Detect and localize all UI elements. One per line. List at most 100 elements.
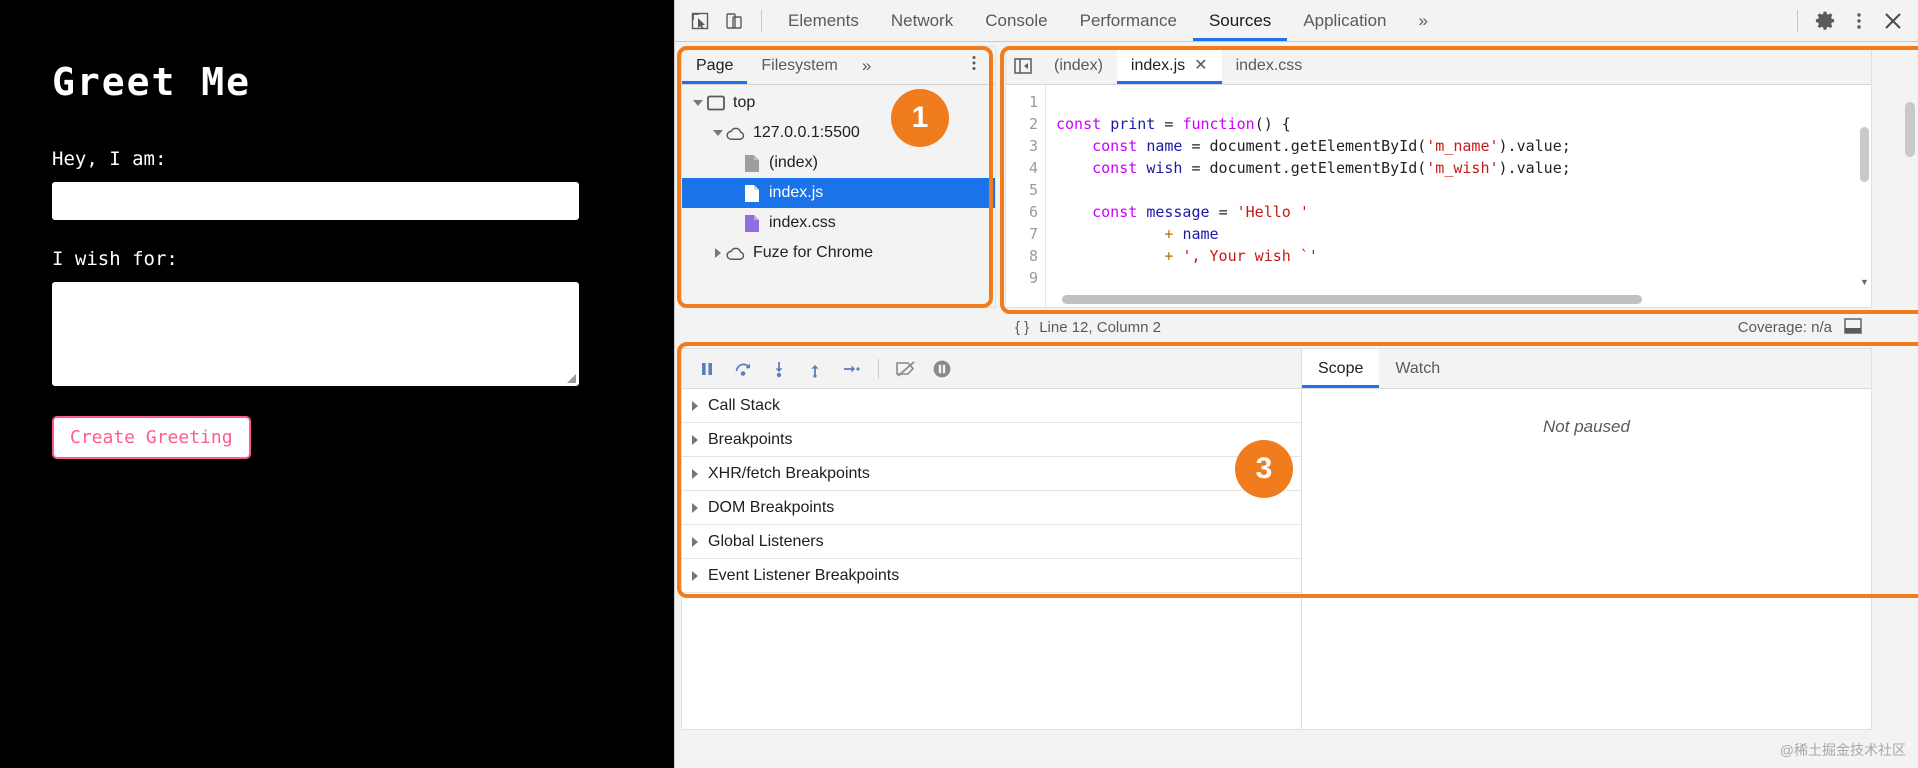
step-icon[interactable] — [836, 354, 866, 384]
demo-web-page: Greet Me Hey, I am: I wish for: Create G… — [0, 0, 674, 768]
annotation-badge-1: 1 — [891, 89, 949, 147]
pause-icon[interactable] — [692, 354, 722, 384]
vertical-dots-icon[interactable] — [1842, 4, 1876, 38]
tab-console[interactable]: Console — [969, 0, 1063, 41]
editor-tab-label: index.js — [1130, 57, 1186, 74]
scrollbar-thumb[interactable] — [1905, 102, 1915, 157]
debugger-section-call-stack[interactable]: Call Stack — [682, 389, 1301, 423]
code-line[interactable] — [1056, 91, 1871, 113]
code-line[interactable]: + name — [1056, 223, 1871, 245]
toolbar-divider — [761, 9, 762, 32]
editor-vertical-scrollbar[interactable]: ▲ ▼ — [1858, 123, 1871, 289]
line-number: 3 — [1028, 137, 1038, 155]
tree-label: (index) — [769, 154, 818, 171]
editor-panel: (index) index.js ✕ index.css 1 2 3 4 5 6 7 8 9 c… — [1005, 46, 1872, 308]
editor-tab-label: index.css — [1235, 57, 1303, 74]
pretty-print-icon[interactable]: { } — [1015, 319, 1029, 336]
debugger-sections-column: Call Stack Breakpoints XHR/fetch Breakpo… — [682, 349, 1302, 729]
debugger-section-global-listeners[interactable]: Global Listeners — [682, 525, 1301, 559]
editor-tab-index-css[interactable]: index.css — [1222, 47, 1317, 84]
nav-tab-page[interactable]: Page — [682, 47, 747, 84]
step-out-icon[interactable] — [800, 354, 830, 384]
debugger-section-xhr-fetch-breakpoints[interactable]: XHR/fetch Breakpoints — [682, 457, 1301, 491]
tree-item-index-css[interactable]: index.css — [682, 208, 995, 238]
step-into-icon[interactable] — [764, 354, 794, 384]
line-number-gutter: 1 2 3 4 5 6 7 8 9 — [1006, 85, 1046, 307]
debugger-section-dom-breakpoints[interactable]: DOM Breakpoints — [682, 491, 1301, 525]
close-icon[interactable]: ✕ — [1194, 47, 1207, 84]
deactivate-breakpoints-icon[interactable] — [891, 354, 921, 384]
code-line[interactable]: + ', Your wish `' — [1056, 245, 1871, 267]
debugger-section-event-listener-breakpoints[interactable]: Event Listener Breakpoints — [682, 559, 1301, 593]
editor-tab-bar: (index) index.js ✕ index.css — [1006, 47, 1871, 85]
device-toolbar-icon[interactable] — [717, 4, 751, 38]
twisty-right-icon[interactable] — [710, 245, 726, 261]
step-over-icon[interactable] — [728, 354, 758, 384]
create-greeting-button[interactable]: Create Greeting — [52, 416, 251, 459]
close-icon[interactable] — [1876, 4, 1910, 38]
code-line[interactable]: const message = 'Hello ' — [1056, 201, 1871, 223]
inspect-cursor-icon[interactable] — [683, 4, 717, 38]
tree-item-index-html[interactable]: (index) — [682, 148, 995, 178]
editor-tab-index[interactable]: (index) — [1040, 47, 1117, 84]
tab-elements[interactable]: Elements — [772, 0, 875, 41]
source-code-text[interactable]: const print = function() { const name = … — [1046, 85, 1871, 307]
gear-icon[interactable] — [1808, 4, 1842, 38]
code-line[interactable]: const name = document.getElementById('m_… — [1056, 135, 1871, 157]
code-token: + — [1164, 247, 1183, 265]
editor-status-bar: { } Line 12, Column 2 Coverage: n/a — [1005, 310, 1872, 344]
twisty-down-icon[interactable] — [690, 95, 706, 111]
tab-application[interactable]: Application — [1287, 0, 1402, 41]
tree-label: index.js — [769, 184, 824, 201]
code-line[interactable]: const wish = document.getElementById('m_… — [1056, 157, 1871, 179]
twisty-right-icon — [692, 434, 698, 445]
tab-sources[interactable]: Sources — [1193, 0, 1287, 41]
tab-watch[interactable]: Watch — [1379, 349, 1456, 388]
section-label: XHR/fetch Breakpoints — [708, 464, 870, 482]
tree-item-fuze-for-chrome[interactable]: Fuze for Chrome — [682, 238, 995, 268]
code-token: print — [1110, 115, 1165, 133]
code-token: = — [1164, 115, 1183, 133]
scroll-down-icon[interactable]: ▼ — [1858, 275, 1871, 289]
code-token: 'm_name' — [1426, 137, 1499, 155]
code-editor[interactable]: 1 2 3 4 5 6 7 8 9 const print = function() { con… — [1006, 85, 1871, 307]
show-drawer-icon[interactable] — [1844, 317, 1862, 338]
section-label: DOM Breakpoints — [708, 498, 835, 516]
debugger-panel: Call Stack Breakpoints XHR/fetch Breakpo… — [681, 348, 1872, 730]
navigator-menu-icon[interactable] — [953, 54, 995, 77]
code-line[interactable] — [1056, 267, 1871, 289]
code-line[interactable]: const print = function() { — [1056, 113, 1871, 135]
devtools-sources-panel: Page Filesystem » top 127.0.0.1:5500 (in… — [675, 42, 1918, 768]
tab-network[interactable]: Network — [875, 0, 969, 41]
twisty-down-icon[interactable] — [710, 125, 726, 141]
devtools-right-scrollbar[interactable] — [1902, 42, 1918, 768]
tab-scope[interactable]: Scope — [1302, 349, 1380, 388]
debugger-section-breakpoints[interactable]: Breakpoints — [682, 423, 1301, 457]
tab-performance[interactable]: Performance — [1064, 0, 1193, 41]
hscrollbar-thumb[interactable] — [1062, 295, 1642, 304]
line-number: 4 — [1028, 159, 1038, 177]
editor-tab-index-js[interactable]: index.js ✕ — [1116, 47, 1222, 84]
name-input[interactable] — [52, 182, 579, 220]
scrollbar-thumb[interactable] — [1860, 127, 1869, 182]
navigator-overflow-icon[interactable]: » — [852, 56, 881, 76]
twisty-right-icon — [692, 400, 698, 411]
code-line[interactable] — [1056, 179, 1871, 201]
editor-horizontal-scrollbar[interactable] — [1046, 292, 1858, 307]
line-number: 5 — [1028, 181, 1038, 199]
wish-textarea[interactable] — [52, 282, 579, 386]
pause-on-exceptions-icon[interactable] — [927, 354, 957, 384]
line-number: 7 — [1028, 225, 1038, 243]
tree-item-index-js[interactable]: index.js — [682, 178, 995, 208]
line-number: 1 — [1028, 93, 1038, 111]
nav-tab-filesystem[interactable]: Filesystem — [747, 47, 851, 84]
toolbar-overflow-icon[interactable]: » — [1402, 0, 1443, 41]
show-navigator-icon[interactable] — [1006, 57, 1040, 75]
scope-watch-column: Scope Watch Not paused — [1302, 349, 1871, 729]
css-file-icon — [742, 213, 762, 233]
toolbar-divider-2 — [1797, 9, 1798, 32]
navigator-panel: Page Filesystem » top 127.0.0.1:5500 (in… — [681, 46, 996, 308]
tree-label: top — [733, 94, 756, 111]
